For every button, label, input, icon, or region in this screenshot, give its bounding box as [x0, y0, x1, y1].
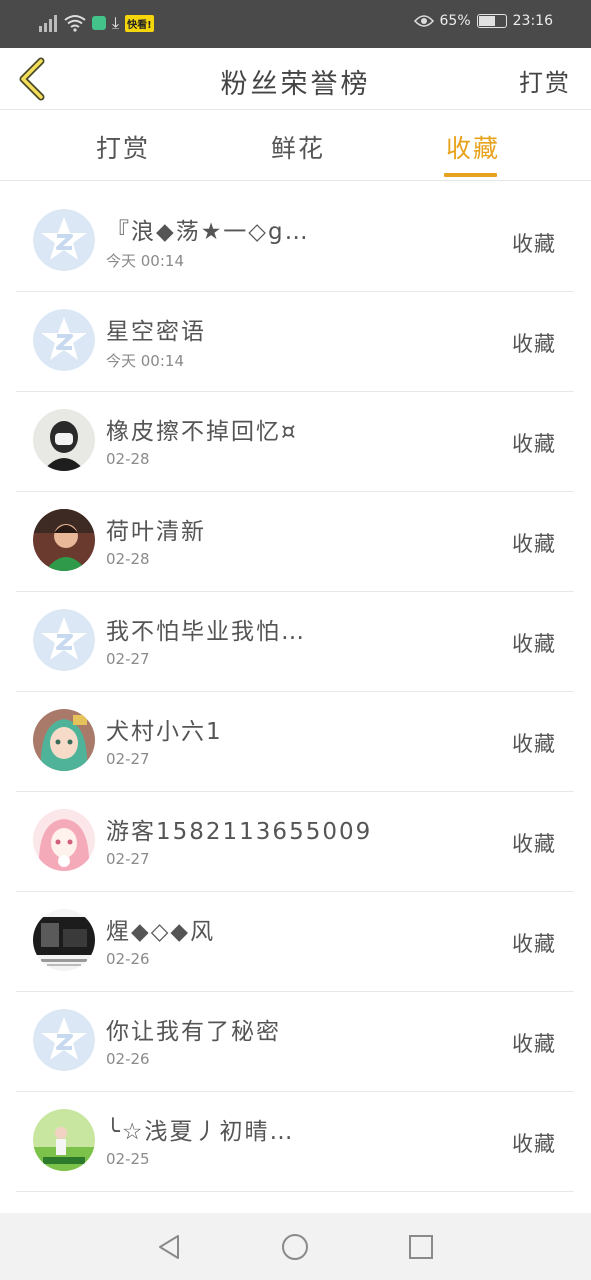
- fan-name: 星空密语: [106, 319, 206, 345]
- avatar[interactable]: [33, 809, 95, 871]
- avatar[interactable]: [33, 1109, 95, 1171]
- app-notification-icon: [92, 16, 106, 30]
- fan-action-label: 收藏: [512, 432, 556, 456]
- nav-home-button[interactable]: [277, 1229, 313, 1265]
- status-bar: ⤓ 快看! 65% 23:16: [0, 0, 591, 48]
- wifi-icon: [64, 14, 86, 32]
- download-icon: ⤓: [112, 13, 120, 32]
- nav-recents-button[interactable]: [403, 1229, 439, 1265]
- fan-action-label: 收藏: [512, 832, 556, 856]
- avatar[interactable]: [33, 409, 95, 471]
- fan-time: 02-26: [106, 1050, 150, 1068]
- fan-row[interactable]: 星空密语今天 00:14 收藏: [16, 292, 574, 392]
- tab-flowers[interactable]: 鲜花: [271, 129, 325, 165]
- avatar[interactable]: [33, 1009, 95, 1071]
- avatar[interactable]: [33, 609, 95, 671]
- fan-action-label: 收藏: [512, 532, 556, 556]
- avatar[interactable]: [33, 709, 95, 771]
- fan-action-label: 收藏: [512, 932, 556, 956]
- fan-list: 『浪◆荡★一◇g… 今天 00:14 收藏 星空密语 今天 00:14 收藏 橡皮擦不掉回忆…: [16, 192, 574, 1192]
- fan-row[interactable]: 游客1582113655009 02-27 收藏: [16, 792, 574, 892]
- battery-icon: [476, 14, 507, 28]
- fan-row[interactable]: 橡皮擦不掉回忆¤ 02-28 收藏: [16, 392, 574, 492]
- fan-name: 橡皮擦不掉回忆¤: [106, 419, 298, 445]
- fan-name: ╰☆浅夏丿初晴…: [106, 1119, 295, 1145]
- status-left-icons: ⤓ 快看!: [38, 13, 154, 33]
- avatar[interactable]: [33, 509, 95, 571]
- avatar[interactable]: [33, 909, 95, 971]
- battery-percent: 65%: [439, 13, 471, 29]
- fan-time: 02-28: [106, 450, 150, 468]
- clock: 23:16: [512, 13, 553, 29]
- tab-bar: 打赏 鲜花 收藏: [0, 111, 591, 181]
- kuaikan-app-icon: 快看!: [125, 14, 154, 32]
- fan-action-label: 收藏: [512, 232, 556, 256]
- system-nav-bar: [0, 1213, 591, 1280]
- reward-button[interactable]: 打赏: [519, 63, 571, 98]
- fan-row[interactable]: 你让我有了秘密 02-26 收藏: [16, 992, 574, 1092]
- fan-name: 『浪◆荡★一◇g…: [106, 219, 310, 245]
- fan-time: 02-28: [106, 550, 150, 568]
- active-tab-indicator: [444, 173, 497, 177]
- fan-action-label: 收藏: [512, 1032, 556, 1056]
- recents-square-icon: [409, 1235, 433, 1259]
- fan-name: 荷叶清新: [106, 519, 206, 545]
- battery-level: [478, 16, 495, 26]
- nav-back-button[interactable]: [151, 1229, 187, 1265]
- fan-name: 我不怕毕业我怕…: [106, 619, 306, 645]
- fan-time: 02-26: [106, 950, 150, 968]
- fan-time: 今天 00:14: [106, 252, 184, 270]
- fan-action-label: 收藏: [512, 732, 556, 756]
- fan-name: 煋◆◇◆风: [106, 919, 216, 945]
- fan-action-label: 收藏: [512, 332, 556, 356]
- fan-name: 游客1582113655009: [106, 819, 373, 845]
- fan-time: 02-27: [106, 650, 150, 668]
- fan-name: 犬村小六1: [106, 719, 223, 745]
- signal-icon: [38, 13, 58, 33]
- fan-row[interactable]: 我不怕毕业我怕… 02-27 收藏: [16, 592, 574, 692]
- fan-action-label: 收藏: [512, 1132, 556, 1156]
- fan-time: 02-27: [106, 750, 150, 768]
- fan-row[interactable]: 煋◆◇◆风 02-26 收藏: [16, 892, 574, 992]
- eye-comfort-icon: [413, 14, 434, 28]
- fan-row[interactable]: ╰☆浅夏丿初晴… 02-25 收藏: [16, 1092, 574, 1192]
- fan-time: 今天 00:14: [106, 352, 184, 370]
- page-title: 粉丝荣誉榜: [220, 69, 371, 100]
- avatar[interactable]: [33, 209, 95, 271]
- status-right-icons: 65% 23:16: [413, 13, 553, 29]
- fan-time: 02-27: [106, 850, 150, 868]
- tab-favorites[interactable]: 收藏: [446, 129, 500, 165]
- fan-row[interactable]: 『浪◆荡★一◇g… 今天 00:14 收藏: [16, 192, 574, 292]
- app-header: 粉丝荣誉榜 打赏: [0, 48, 591, 110]
- home-circle-icon: [282, 1234, 308, 1260]
- fan-row[interactable]: 犬村小六1 02-27 收藏: [16, 692, 574, 792]
- tab-reward[interactable]: 打赏: [96, 129, 150, 165]
- fan-action-label: 收藏: [512, 632, 556, 656]
- fan-time: 02-25: [106, 1150, 150, 1168]
- fan-row[interactable]: 荷叶清新 02-28 收藏: [16, 492, 574, 592]
- fan-name: 你让我有了秘密: [106, 1019, 281, 1045]
- avatar[interactable]: [33, 309, 95, 371]
- back-triangle-icon: [159, 1235, 179, 1259]
